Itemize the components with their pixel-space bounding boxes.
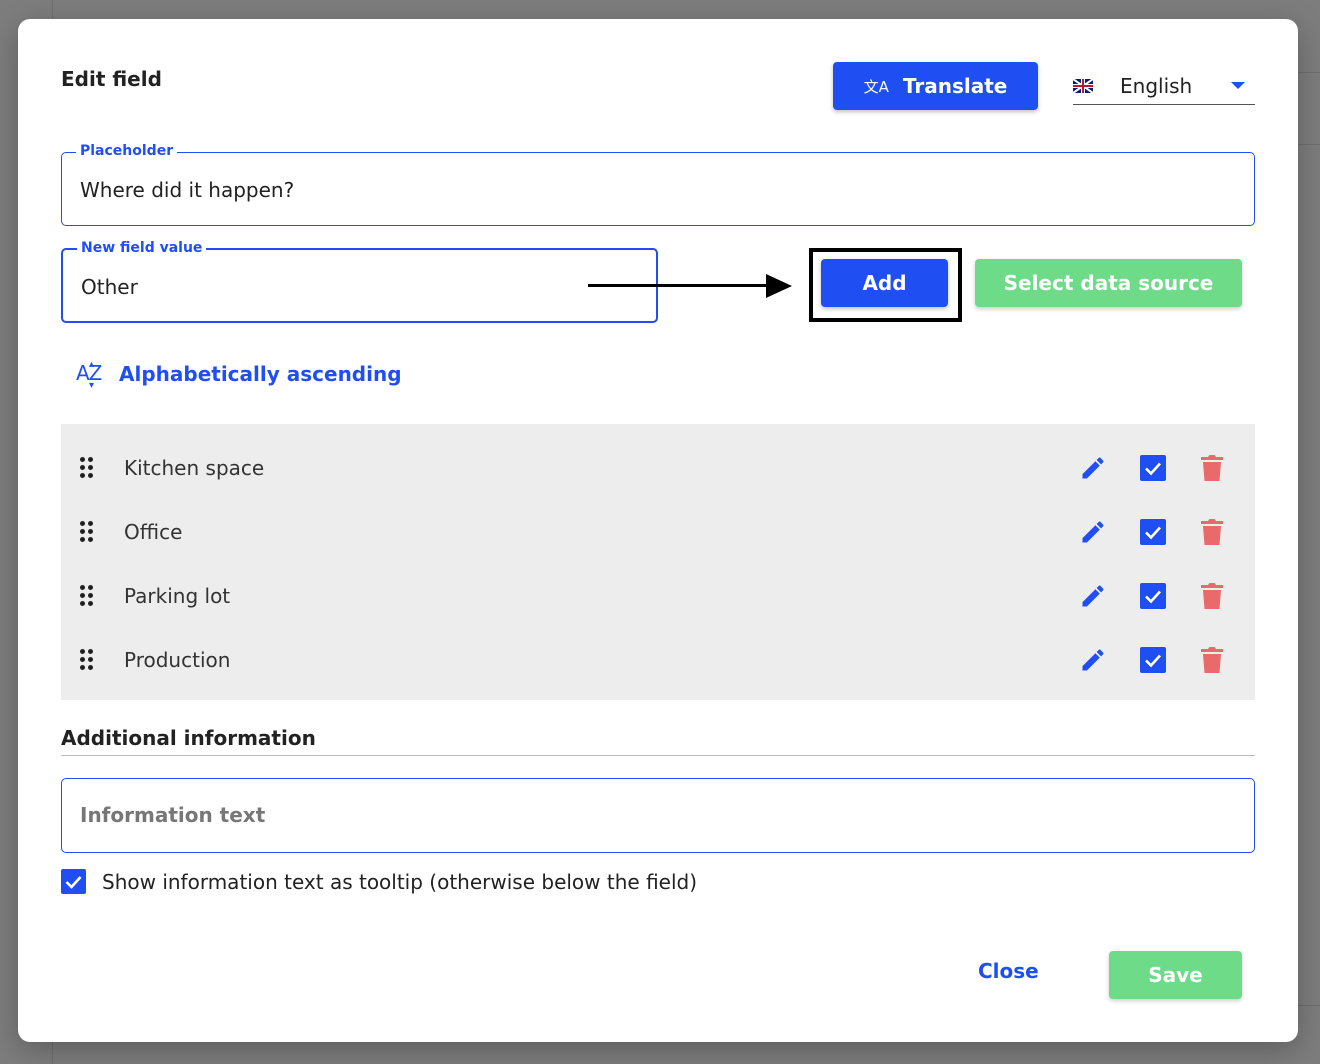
list-item-label: Parking lot	[124, 584, 231, 608]
annotation-arrow	[588, 284, 768, 287]
background-divider	[1298, 144, 1320, 145]
dialog-title: Edit field	[61, 67, 162, 91]
delete-trash-icon[interactable]	[1201, 582, 1223, 610]
new-field-value-label: New field value	[77, 240, 207, 256]
sort-label: Alphabetically ascending	[119, 362, 402, 386]
tooltip-option[interactable]: Show information text as tooltip (otherw…	[61, 869, 697, 894]
additional-information-heading: Additional information	[61, 726, 316, 750]
tooltip-label: Show information text as tooltip (otherw…	[102, 869, 698, 894]
enabled-checkbox[interactable]	[1140, 455, 1166, 481]
tooltip-checkbox[interactable]	[61, 869, 86, 894]
enabled-checkbox[interactable]	[1140, 583, 1166, 609]
list-item: Office	[61, 502, 1255, 566]
field-values-list: Kitchen space Office Parking lot Product…	[61, 424, 1255, 700]
language-select[interactable]: English	[1073, 67, 1255, 105]
select-data-source-button[interactable]: Select data source	[975, 259, 1242, 307]
list-item-label: Production	[124, 648, 231, 672]
uk-flag-icon	[1073, 78, 1093, 93]
edit-field-dialog: Edit field 文A Translate English Placehol…	[18, 19, 1298, 1042]
sort-toggle[interactable]: AZ ▴ ▾ Alphabetically ascending	[75, 359, 402, 391]
edit-pencil-icon[interactable]	[1079, 646, 1107, 674]
new-field-value-text: Other	[81, 275, 138, 299]
drag-handle-icon[interactable]	[80, 457, 94, 481]
translate-button[interactable]: 文A Translate	[833, 62, 1038, 110]
section-divider	[61, 755, 1255, 756]
close-button[interactable]: Close	[978, 959, 1039, 983]
information-text-input[interactable]: Information text	[61, 778, 1255, 853]
drag-handle-icon[interactable]	[80, 585, 94, 609]
sort-alpha-asc-icon: AZ ▴ ▾	[76, 359, 102, 391]
information-text-placeholder: Information text	[80, 803, 266, 827]
list-item: Parking lot	[61, 566, 1255, 630]
delete-trash-icon[interactable]	[1201, 646, 1223, 674]
drag-handle-icon[interactable]	[80, 521, 94, 545]
background-divider	[1298, 72, 1320, 73]
translate-label: Translate	[902, 74, 1008, 98]
placeholder-field[interactable]: Placeholder Where did it happen?	[61, 143, 1255, 226]
placeholder-field-value: Where did it happen?	[80, 178, 295, 202]
list-item: Production	[61, 630, 1255, 694]
list-item-label: Kitchen space	[124, 456, 265, 480]
language-label: English	[1120, 73, 1193, 98]
caret-down-icon	[1231, 82, 1245, 89]
edit-pencil-icon[interactable]	[1079, 582, 1107, 610]
new-field-value-input[interactable]: New field value Other	[61, 240, 658, 323]
drag-handle-icon[interactable]	[80, 649, 94, 673]
background-divider	[1298, 1005, 1320, 1006]
placeholder-field-label: Placeholder	[76, 143, 178, 159]
annotation-arrow-head	[766, 274, 792, 298]
add-button[interactable]: Add	[821, 259, 948, 307]
enabled-checkbox[interactable]	[1140, 647, 1166, 673]
list-item: Kitchen space	[61, 438, 1255, 502]
save-button[interactable]: Save	[1109, 951, 1242, 999]
delete-trash-icon[interactable]	[1201, 454, 1223, 482]
delete-trash-icon[interactable]	[1201, 518, 1223, 546]
list-item-label: Office	[124, 520, 183, 544]
translate-icon: 文A	[863, 77, 889, 96]
edit-pencil-icon[interactable]	[1079, 518, 1107, 546]
enabled-checkbox[interactable]	[1140, 519, 1166, 545]
edit-pencil-icon[interactable]	[1079, 454, 1107, 482]
